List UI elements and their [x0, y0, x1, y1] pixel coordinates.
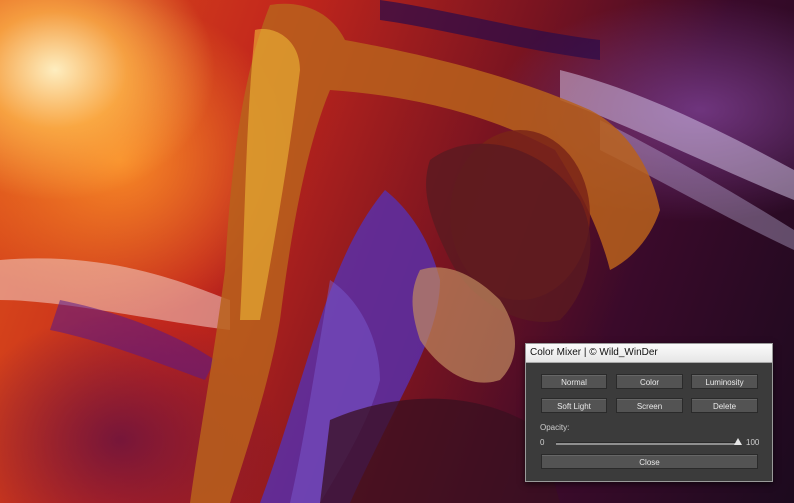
luminosity-button[interactable]: Luminosity [691, 374, 758, 389]
color-button[interactable]: Color [616, 374, 683, 389]
delete-button[interactable]: Delete [691, 398, 758, 413]
opacity-label: Opacity: [540, 423, 570, 432]
normal-button[interactable]: Normal [541, 374, 607, 389]
opacity-slider[interactable] [556, 438, 742, 445]
opacity-min-label: 0 [540, 438, 545, 447]
close-button[interactable]: Close [541, 454, 758, 469]
opacity-slider-thumb[interactable] [734, 438, 742, 445]
opacity-max-label: 100 [746, 438, 760, 447]
dialog-title: Color Mixer | © Wild_WinDer [526, 344, 772, 363]
workspace: Color Mixer | © Wild_WinDer Normal Color… [0, 0, 794, 503]
soft-light-button[interactable]: Soft Light [541, 398, 607, 413]
screen-button[interactable]: Screen [616, 398, 683, 413]
color-mixer-dialog: Color Mixer | © Wild_WinDer Normal Color… [525, 343, 773, 482]
